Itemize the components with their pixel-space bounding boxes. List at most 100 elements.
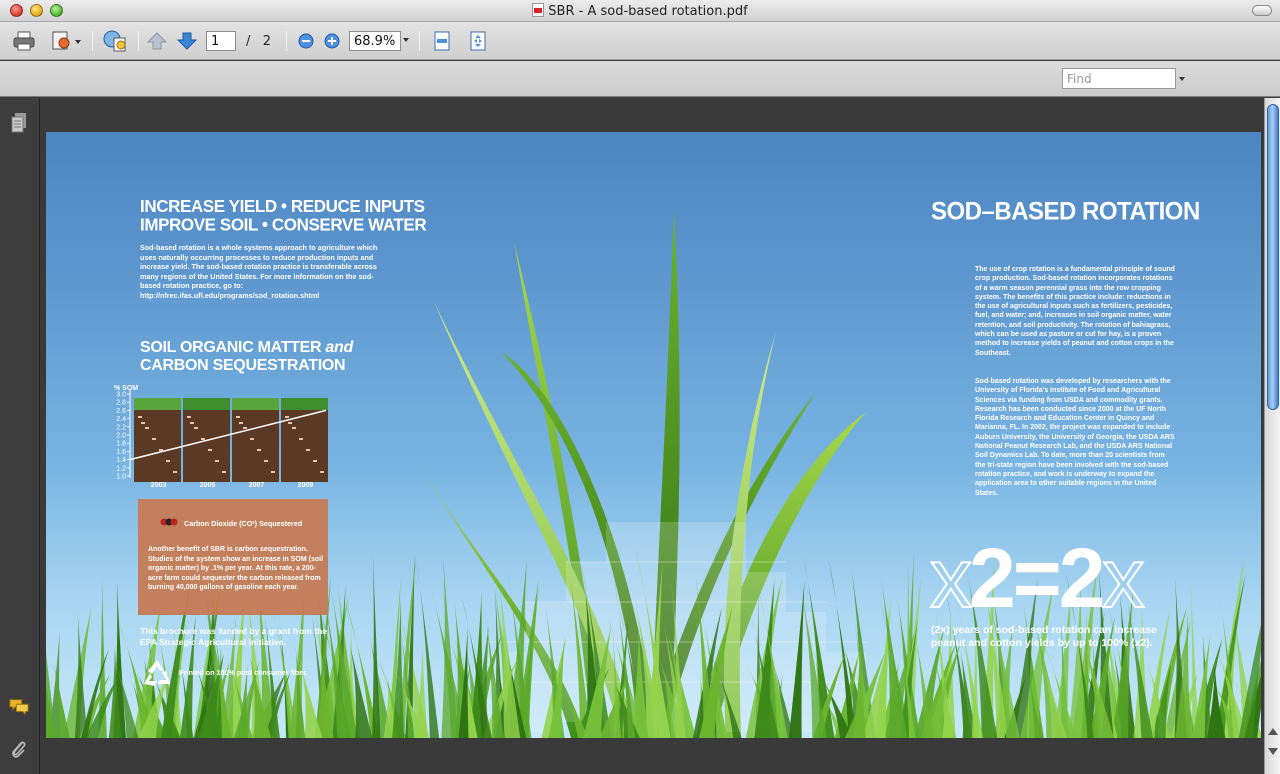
soil-particle bbox=[239, 422, 243, 424]
soil-particle bbox=[201, 438, 205, 440]
soil-particle bbox=[190, 422, 194, 424]
grass-panel bbox=[183, 398, 230, 410]
soil-particle bbox=[292, 427, 296, 429]
soil-particle bbox=[138, 416, 142, 418]
soil-particle bbox=[257, 449, 261, 451]
soil-particle bbox=[173, 471, 177, 473]
y-tick-label: 2.2 bbox=[116, 424, 126, 431]
soil-particle bbox=[145, 427, 149, 429]
find-bar: Find bbox=[0, 61, 1280, 97]
vertical-scrollbar[interactable] bbox=[1264, 98, 1280, 774]
fit-width-button[interactable] bbox=[430, 30, 454, 52]
research-paragraph: Sod-based rotation was developed by rese… bbox=[975, 378, 1175, 497]
soil-particle bbox=[320, 471, 324, 473]
headline: INCREASE YIELD • REDUCE INPUTS IMPROVE S… bbox=[140, 196, 427, 235]
som-chart: 3.02.82.62.42.2 2.01.81.61.41.2 1.0 2003 20… bbox=[114, 385, 328, 489]
y-tick-label: 1.8 bbox=[116, 441, 126, 448]
y-tick-label: 3.0 bbox=[116, 392, 126, 399]
intro-paragraph: Sod-based rotation is a whole systems ap… bbox=[140, 243, 378, 300]
arrow-down-icon bbox=[176, 32, 198, 50]
pdf-page: INCREASE YIELD • REDUCE INPUTS IMPROVE S… bbox=[46, 132, 1261, 738]
scrollbar-thumb[interactable] bbox=[1267, 104, 1279, 410]
soil-particle bbox=[208, 449, 212, 451]
fit-page-icon bbox=[470, 31, 486, 51]
comments-panel-button[interactable] bbox=[8, 696, 30, 718]
comments-icon bbox=[9, 699, 29, 716]
co2-label: Carbon Dioxide (CO²) Sequestered bbox=[184, 519, 303, 528]
zoom-out-button[interactable] bbox=[296, 30, 316, 52]
x-tick-label: 2003 bbox=[151, 482, 167, 489]
zoom-out-icon bbox=[298, 33, 314, 49]
funding-note: This brochure was funded by a grant from… bbox=[140, 626, 328, 647]
soil-particle bbox=[306, 449, 310, 451]
create-pdf-button[interactable] bbox=[50, 30, 82, 52]
soil-particle bbox=[152, 438, 156, 440]
y-tick-label: 1.6 bbox=[116, 449, 126, 456]
y-tick-label: 2.6 bbox=[116, 408, 126, 415]
som-heading: SOIL ORGANIC MATTER and CARBON SEQUESTRA… bbox=[140, 339, 353, 374]
x-tick-label: 2005 bbox=[200, 482, 216, 489]
soil-particle bbox=[166, 460, 170, 462]
collaborate-button[interactable] bbox=[101, 30, 129, 52]
soil-particle bbox=[194, 427, 198, 429]
y-tick-label: 2.4 bbox=[116, 416, 126, 423]
grass-panel bbox=[134, 398, 181, 410]
soil-particle bbox=[141, 422, 145, 424]
print-button[interactable] bbox=[12, 30, 36, 52]
attachments-panel-button[interactable] bbox=[8, 738, 30, 760]
printed-note: Printed on 100% post consumer fiber. bbox=[179, 668, 308, 677]
y-tick-label: 2.0 bbox=[116, 433, 126, 440]
y-tick-label: 1.4 bbox=[116, 457, 126, 464]
soil-particle bbox=[313, 460, 317, 462]
scroll-down-arrow[interactable] bbox=[1268, 748, 1278, 755]
fit-width-icon bbox=[434, 31, 450, 51]
printer-icon bbox=[13, 31, 35, 51]
zoom-level-select[interactable]: 68.9% bbox=[349, 31, 401, 51]
soil-particle bbox=[236, 416, 240, 418]
window-title: SBR - A sod-based rotation.pdf bbox=[548, 4, 748, 19]
soil-particle bbox=[215, 460, 219, 462]
page-number-input[interactable]: 1 bbox=[206, 31, 236, 51]
next-page-button[interactable] bbox=[175, 30, 199, 52]
arrow-up-icon bbox=[146, 32, 168, 50]
toolbar: 1 / 2 68.9% bbox=[0, 22, 1280, 60]
zoom-dropdown-caret[interactable] bbox=[403, 38, 409, 42]
chart-y-label: % SOM bbox=[114, 385, 138, 392]
soil-particle bbox=[243, 427, 247, 429]
grass-panel bbox=[281, 398, 328, 410]
y-tick-label: 1.2 bbox=[116, 465, 126, 472]
zoom-in-icon bbox=[324, 33, 340, 49]
recycle-icon bbox=[144, 660, 170, 686]
co2-molecule-icon bbox=[160, 518, 178, 526]
soil-particle bbox=[222, 471, 226, 473]
soil-particle bbox=[285, 416, 289, 418]
paperclip-icon bbox=[12, 741, 26, 758]
y-tick-label: 2.8 bbox=[116, 400, 126, 407]
pdf-file-icon bbox=[532, 3, 545, 17]
document-share-icon bbox=[52, 31, 81, 50]
document-viewer[interactable]: INCREASE YIELD • REDUCE INPUTS IMPROVE S… bbox=[41, 98, 1264, 774]
soil-particle bbox=[187, 416, 191, 418]
pages-icon bbox=[11, 113, 26, 133]
previous-page-button[interactable] bbox=[145, 30, 169, 52]
sbr-title: SOD–BASED ROTATION bbox=[931, 197, 1200, 226]
x-tick-label: 2009 bbox=[298, 482, 314, 489]
soil-particle bbox=[250, 438, 254, 440]
scroll-up-arrow[interactable] bbox=[1268, 728, 1278, 735]
page-total: / 2 bbox=[246, 34, 272, 49]
yield-equation: x2=2x bbox=[929, 531, 1146, 625]
carbon-paragraph: Another benefit of SBR is carbon sequest… bbox=[148, 546, 324, 592]
title-bar: SBR - A sod-based rotation.pdf bbox=[0, 0, 1280, 22]
soil-particle bbox=[271, 471, 275, 473]
zoom-in-button[interactable] bbox=[322, 30, 342, 52]
yield-caption: (2x) years of sod-based rotation can inc… bbox=[931, 624, 1157, 649]
soil-particle bbox=[299, 438, 303, 440]
x-tick-label: 2007 bbox=[249, 482, 265, 489]
globe-document-icon bbox=[103, 30, 126, 52]
grass-panel bbox=[232, 398, 279, 410]
toolbar-toggle-button[interactable] bbox=[1252, 5, 1272, 16]
fit-page-button[interactable] bbox=[466, 30, 490, 52]
find-input[interactable]: Find bbox=[1062, 68, 1176, 89]
pages-panel-button[interactable] bbox=[8, 112, 30, 134]
find-options-caret[interactable] bbox=[1179, 77, 1185, 81]
